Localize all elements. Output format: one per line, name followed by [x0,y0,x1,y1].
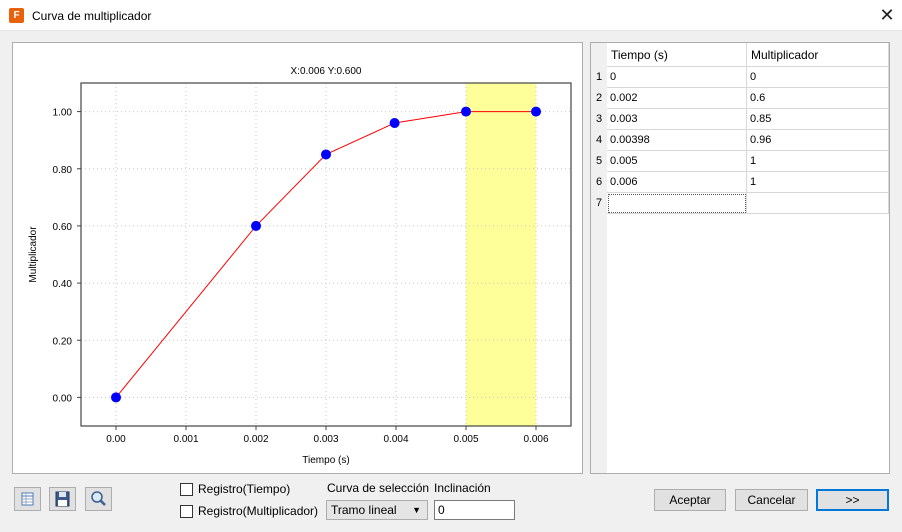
curve-selection-dropdown[interactable]: Tramo lineal ▼ [326,500,428,520]
log-multiplier-checkbox[interactable]: Registro(Multiplicador) [180,504,318,518]
column-header-tiempo[interactable]: Tiempo (s) [607,43,747,67]
data-table: Tiempo (s) Multiplicador 1 0 0 2 0.002 0… [590,42,890,474]
multiplicador-cell[interactable]: 0.85 [747,109,889,130]
x-tick-label: 0.006 [523,434,548,445]
slope-input[interactable]: 0 [434,500,515,520]
table-row: 5 0.005 1 [591,151,889,172]
y-tick-label: 0.20 [53,336,73,347]
multiplicador-cell[interactable]: 1 [747,151,889,172]
data-point [321,149,331,160]
x-tick-label: 0.004 [383,434,408,445]
table-row: 3 0.003 0.85 [591,109,889,130]
x-tick-label: 0.00 [106,434,126,445]
title-bar: F Curva de multiplicador ✕ [0,0,902,31]
log-time-label: Registro(Tiempo) [198,482,291,496]
data-point [531,106,541,117]
window-title: Curva de multiplicador [32,9,152,23]
save-icon [55,491,70,507]
y-tick-label: 0.40 [53,279,73,290]
cursor-readout: X:0.006 Y:0.600 [291,66,362,77]
curve-selection-value: Tramo lineal [331,503,397,517]
highlight-band [466,83,536,426]
multiplicador-cell[interactable]: 0.6 [747,88,889,109]
y-tick-label: 0.60 [53,222,73,233]
multiplicador-cell[interactable]: 0 [747,67,889,88]
tiempo-cell[interactable] [607,193,747,214]
table-row: 2 0.002 0.6 [591,88,889,109]
edit-table-button[interactable] [14,487,41,511]
table-row: 1 0 0 [591,67,889,88]
y-tick-label: 0.80 [53,165,73,176]
app-icon: F [9,8,24,23]
log-time-checkbox[interactable]: Registro(Tiempo) [180,482,290,496]
checkbox-box[interactable] [180,504,193,518]
multiplicador-cell[interactable]: 0.96 [747,130,889,151]
data-point [251,220,261,231]
edit-table-icon [21,492,34,506]
row-number[interactable]: 7 [591,193,607,214]
chevron-down-icon: ▼ [412,505,421,515]
y-tick-label: 0.00 [53,393,73,404]
x-axis-label: Tiempo (s) [302,455,349,466]
multiplicador-cell[interactable]: 1 [747,172,889,193]
multiplier-chart[interactable]: 0.00 0.001 0.002 0.003 0.004 0.005 0.006 0.00 0.… [13,43,582,473]
y-axis-label: Multiplicador [28,226,39,283]
table-row: 7 [591,193,889,214]
cancel-button[interactable]: Cancelar [735,489,808,511]
tiempo-cell[interactable]: 0.003 [607,109,747,130]
column-header-multiplicador[interactable]: Multiplicador [747,43,889,67]
checkbox-box[interactable] [180,482,193,496]
row-number[interactable]: 4 [591,130,607,151]
row-number[interactable]: 5 [591,151,607,172]
tiempo-cell[interactable]: 0 [607,67,747,88]
close-button[interactable]: ✕ [872,0,902,31]
y-tick-label: 1.00 [53,108,73,119]
x-tick-label: 0.003 [313,434,338,445]
tiempo-cell[interactable]: 0.00398 [607,130,747,151]
next-button[interactable]: >> [816,489,889,511]
data-point [389,118,400,129]
x-tick-label: 0.001 [173,434,198,445]
zoom-icon [91,491,106,506]
x-tick-label: 0.002 [243,434,268,445]
data-point [461,106,471,117]
x-tick-label: 0.005 [453,434,478,445]
table-row: 4 0.00398 0.96 [591,130,889,151]
row-number[interactable]: 3 [591,109,607,130]
save-button[interactable] [49,487,76,511]
tiempo-cell[interactable]: 0.002 [607,88,747,109]
tiempo-cell[interactable]: 0.005 [607,151,747,172]
table-row: 6 0.006 1 [591,172,889,193]
zoom-button[interactable] [85,487,112,511]
multiplicador-cell[interactable] [747,193,889,214]
log-multiplier-label: Registro(Multiplicador) [198,504,319,518]
slope-label: Inclinación [434,481,491,495]
tiempo-cell[interactable]: 0.006 [607,172,747,193]
accept-button[interactable]: Aceptar [654,489,726,511]
curve-selection-label: Curva de selección [327,481,430,495]
row-number[interactable]: 1 [591,67,607,88]
chart-panel: 0.00 0.001 0.002 0.003 0.004 0.005 0.006 0.00 0.… [12,42,583,474]
row-number[interactable]: 2 [591,88,607,109]
row-number[interactable]: 6 [591,172,607,193]
data-point [111,392,121,403]
